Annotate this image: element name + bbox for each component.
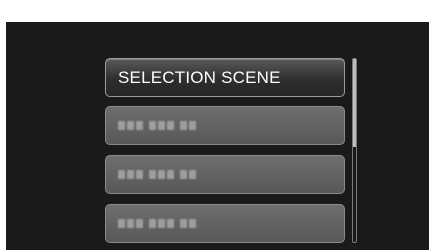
menu-item[interactable] [105,204,345,243]
scroll-thumb[interactable] [353,59,356,147]
menu-item-selection-scene[interactable]: SELECTION SCENE [105,58,345,97]
camera-menu-screen: SELECTION SCENE [6,22,429,250]
blurred-label [118,219,196,228]
blurred-label [118,121,196,130]
blurred-label [118,170,196,179]
menu-item[interactable] [105,106,345,145]
menu-item[interactable] [105,155,345,194]
menu-item-label: SELECTION SCENE [118,67,281,87]
scrollbar[interactable] [352,58,357,243]
